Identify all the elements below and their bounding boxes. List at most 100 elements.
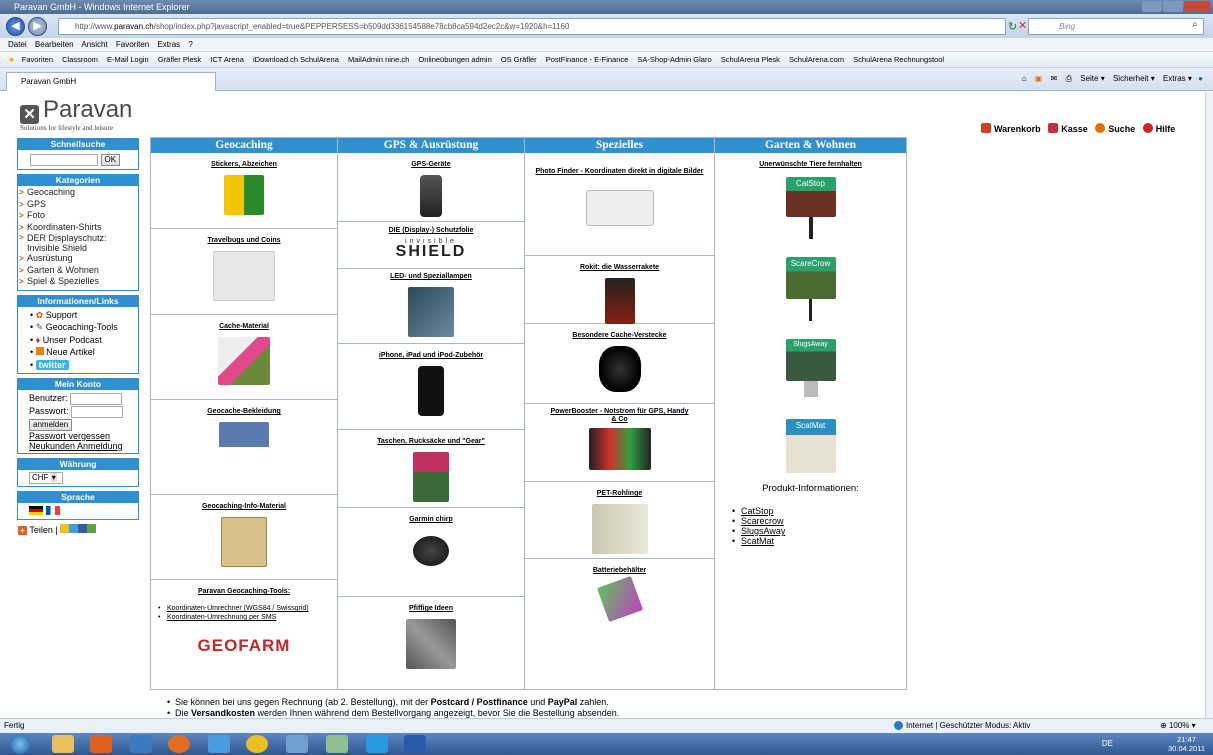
- tool-link-converter[interactable]: Koordinaten-Umrechner (WGS84 / Swissgrid…: [158, 604, 337, 613]
- back-button[interactable]: ◀: [6, 17, 25, 36]
- category-title[interactable]: DIE (Display-) Schutzfolie: [338, 227, 524, 235]
- category-cell[interactable]: Garmin chirp: [338, 508, 524, 597]
- category-title[interactable]: Stickers, Abzeichen: [151, 161, 337, 169]
- category-title[interactable]: Unerwünschte Tiere fernhalten: [715, 161, 906, 169]
- info-link-support[interactable]: • ✿ Support: [30, 309, 134, 322]
- category-link[interactable]: Spiel & Speziell­es: [19, 276, 138, 288]
- category-cell[interactable]: GPS-Geräte: [338, 153, 524, 222]
- checkout-link[interactable]: Kasse: [1061, 124, 1088, 134]
- username-input[interactable]: [70, 392, 123, 405]
- favorites-star-icon[interactable]: ★: [8, 55, 15, 64]
- category-title[interactable]: GPS-Geräte: [338, 161, 524, 169]
- menu-item[interactable]: Ansicht: [81, 40, 107, 49]
- fav-item[interactable]: OS Gräfler: [501, 55, 537, 64]
- product-link[interactable]: Scarecrow: [732, 516, 906, 526]
- fav-item[interactable]: Classroom: [62, 55, 98, 64]
- category-cell[interactable]: Travelbugs und Coins: [151, 229, 337, 315]
- stop-icon[interactable]: ✕: [1018, 19, 1027, 32]
- twitter-button[interactable]: twitter: [35, 359, 69, 370]
- product-link[interactable]: CatStop: [732, 506, 906, 516]
- slugsaway-image[interactable]: SlugsAway: [785, 339, 836, 381]
- water-rocket-image[interactable]: [604, 278, 635, 324]
- category-title[interactable]: Pfiffige Ideen: [338, 605, 524, 613]
- category-title[interactable]: Garmin chirp: [338, 516, 524, 524]
- chrome-taskbar-icon[interactable]: [246, 735, 268, 753]
- category-cell[interactable]: LED- und Speziallampen: [338, 269, 524, 344]
- category-title[interactable]: Taschen, Rucksäcke und "Gear": [338, 438, 524, 446]
- search-icon[interactable]: ⌕: [1192, 19, 1198, 30]
- start-button[interactable]: [10, 734, 30, 754]
- catstop-image[interactable]: CatStop: [785, 177, 836, 217]
- scarecrow-image[interactable]: ScareCrow: [785, 257, 836, 299]
- category-cell[interactable]: Geocache-Bekleidung: [151, 400, 337, 495]
- fav-item[interactable]: SchulArena.com: [789, 55, 844, 64]
- zone-text[interactable]: Internet | Geschützter Modus: Aktiv: [906, 721, 1030, 730]
- category-cell[interactable]: Pfiffige Ideen: [338, 597, 524, 689]
- category-cell[interactable]: Rokit: die Wasserrakete: [525, 256, 714, 324]
- rss-icon[interactable]: ▣: [1035, 74, 1043, 83]
- social-icon[interactable]: [87, 523, 97, 533]
- fav-item[interactable]: SchulArena Plesk: [721, 55, 780, 64]
- print-icon[interactable]: ⎙: [1066, 74, 1072, 83]
- facebook-icon[interactable]: [78, 523, 88, 533]
- category-link[interactable]: Geocaching: [19, 187, 138, 199]
- menu-item[interactable]: Bearbeiten: [35, 40, 74, 49]
- login-button[interactable]: anmelden: [29, 418, 73, 431]
- info-link-new[interactable]: • Neue Artikel: [30, 346, 134, 359]
- category-title[interactable]: Travelbugs und Coins: [151, 237, 337, 245]
- fav-item[interactable]: SchulArena Rechnungstool: [853, 55, 944, 64]
- refresh-icon[interactable]: ↻: [1008, 20, 1017, 33]
- category-link[interactable]: GPS: [19, 199, 138, 211]
- category-cell[interactable]: Geocaching-Info-Material: [151, 495, 337, 580]
- category-title[interactable]: iPhone, iPad und iPod-Zubehör: [338, 352, 524, 360]
- fav-item[interactable]: MailAdmin nine.ch: [348, 55, 409, 64]
- category-cell[interactable]: PET-Rohlinge: [525, 482, 714, 559]
- register-link[interactable]: Neukunden Anmeldung: [29, 441, 134, 451]
- category-title[interactable]: Rokit: die Wasserrakete: [525, 264, 714, 272]
- maximize-button[interactable]: [1163, 1, 1183, 12]
- powerbooster-image[interactable]: [588, 428, 651, 470]
- browser-tab[interactable]: Paravan GmbH: [6, 72, 216, 91]
- zoom-control[interactable]: ⊕ 100% ▾: [1160, 721, 1196, 730]
- cache-hideouts-image[interactable]: [598, 346, 641, 392]
- category-link[interactable]: DER Displayschutz: Invisible Shield: [19, 233, 138, 253]
- paint-taskbar-icon[interactable]: [326, 735, 348, 753]
- info-link-twitter[interactable]: • twitter: [30, 359, 134, 372]
- menu-item[interactable]: Datei: [8, 40, 27, 49]
- skype-taskbar-icon[interactable]: [366, 735, 388, 753]
- category-cell[interactable]: PowerBooster - Notstrom für GPS, Handy &…: [525, 404, 714, 482]
- bags-image[interactable]: [413, 452, 449, 502]
- category-title[interactable]: Geocache-Bekleidung: [151, 408, 337, 416]
- category-cell[interactable]: DIE (Display-) Schutzfolie invisible SHI…: [338, 222, 524, 269]
- home-icon[interactable]: ⌂: [1022, 74, 1027, 83]
- favorites-button[interactable]: Favoriten: [22, 55, 53, 64]
- cmd-security[interactable]: Sicherheit ▾: [1113, 74, 1155, 83]
- media-taskbar-icon[interactable]: [90, 735, 112, 753]
- category-title[interactable]: Batteriebehälter: [525, 567, 714, 575]
- fav-item[interactable]: Onlineübungen admin: [418, 55, 491, 64]
- iphone-image[interactable]: [418, 366, 444, 416]
- product-link[interactable]: SlugsAway: [732, 526, 906, 536]
- quicksearch-ok-button[interactable]: OK: [100, 154, 121, 166]
- currency-select[interactable]: CHF ▾: [29, 472, 63, 484]
- forward-button[interactable]: ▶: [28, 17, 47, 36]
- category-cell[interactable]: Photo Finder - Koordinaten direkt in dig…: [525, 153, 714, 256]
- category-title[interactable]: Besondere Cache-Verstecke: [525, 332, 714, 340]
- menu-item[interactable]: Extras: [157, 40, 180, 49]
- app-taskbar-icon[interactable]: [130, 735, 152, 753]
- minimize-button[interactable]: [1142, 1, 1162, 12]
- info-link-tools[interactable]: • ✎ Geocaching-Tools: [30, 321, 134, 334]
- fav-item[interactable]: PostFinance - E-Finance: [546, 55, 629, 64]
- search-link[interactable]: Suche: [1108, 124, 1135, 134]
- fav-item[interactable]: SA-Shop-Admin Glaro: [637, 55, 711, 64]
- geofarm-logo[interactable]: GEOFARM: [151, 636, 337, 656]
- close-button[interactable]: [1184, 1, 1210, 12]
- led-lamps-image[interactable]: [408, 287, 454, 337]
- category-title[interactable]: Photo Finder - Koordinaten direkt in dig…: [525, 168, 714, 176]
- menu-item[interactable]: ?: [188, 40, 192, 49]
- flag-de-icon[interactable]: [29, 506, 43, 516]
- clothing-image[interactable]: [219, 422, 269, 472]
- category-cell[interactable]: Besondere Cache-Verstecke: [525, 324, 714, 404]
- forgot-password-link[interactable]: Passwort vergessen: [29, 431, 134, 441]
- pet-blanks-image[interactable]: [591, 504, 648, 554]
